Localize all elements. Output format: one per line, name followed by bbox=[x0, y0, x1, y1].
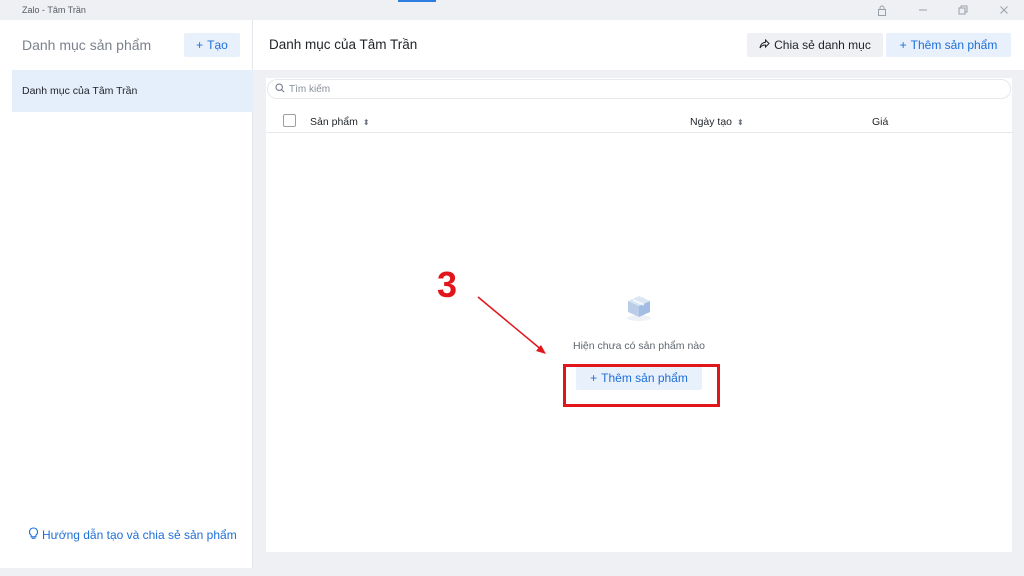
sidebar: Danh mục sản phẩm + Tạo Danh mục của Tâm… bbox=[0, 20, 253, 568]
lock-icon[interactable] bbox=[875, 3, 889, 17]
select-all-checkbox[interactable] bbox=[283, 114, 296, 127]
plus-icon: + bbox=[899, 38, 907, 52]
title-bar: Zalo - Tâm Trần bbox=[0, 0, 1024, 20]
table-header: Sản phẩm ⬍ Ngày tạo ⬍ Giá bbox=[266, 111, 1012, 133]
highlight-box-annotation bbox=[563, 364, 720, 407]
share-catalog-label: Chia sẻ danh mục bbox=[774, 38, 871, 52]
sort-icon: ⬍ bbox=[362, 117, 370, 127]
column-label: Giá bbox=[872, 116, 889, 128]
add-product-button[interactable]: + Thêm sản phẩm bbox=[886, 33, 1011, 57]
restore-icon[interactable] bbox=[956, 3, 970, 17]
create-catalog-button[interactable]: + Tạo bbox=[184, 33, 240, 57]
column-header-price: Giá bbox=[872, 116, 888, 128]
search-input[interactable] bbox=[289, 83, 969, 95]
page-title: Danh mục của Tâm Trần bbox=[269, 37, 418, 52]
sidebar-item-catalog[interactable]: Danh mục của Tâm Trần bbox=[12, 70, 253, 112]
minimize-icon[interactable] bbox=[916, 3, 930, 17]
column-label: Sản phẩm bbox=[310, 116, 358, 128]
plus-icon: + bbox=[196, 38, 204, 52]
search-box bbox=[267, 79, 1011, 99]
empty-state-message: Hiện chưa có sản phẩm nào bbox=[573, 340, 705, 352]
column-label: Ngày tạo bbox=[690, 116, 733, 128]
add-product-label: Thêm sản phẩm bbox=[910, 38, 998, 52]
lightbulb-icon bbox=[28, 527, 39, 543]
bottom-strip bbox=[0, 568, 1024, 576]
empty-box-icon bbox=[623, 292, 655, 327]
window-title: Zalo - Tâm Trần bbox=[22, 5, 86, 15]
title-accent-line bbox=[398, 0, 436, 2]
share-catalog-button[interactable]: Chia sẻ danh mục bbox=[747, 33, 883, 57]
column-header-created-date[interactable]: Ngày tạo ⬍ bbox=[690, 116, 744, 128]
column-header-product[interactable]: Sản phẩm ⬍ bbox=[310, 116, 370, 128]
sidebar-item-label: Danh mục của Tâm Trần bbox=[22, 85, 138, 97]
close-icon[interactable] bbox=[997, 3, 1011, 17]
sidebar-header: Danh mục sản phẩm + Tạo bbox=[0, 20, 253, 70]
share-icon bbox=[759, 38, 770, 52]
sort-icon: ⬍ bbox=[737, 117, 744, 127]
guide-link-label: Hướng dẫn tạo và chia sẻ sản phẩm bbox=[42, 528, 237, 542]
step-number-annotation: 3 bbox=[437, 264, 458, 305]
product-panel: Sản phẩm ⬍ Ngày tạo ⬍ Giá Hiện chưa có s… bbox=[266, 78, 1012, 552]
guide-link[interactable]: Hướng dẫn tạo và chia sẻ sản phẩm bbox=[28, 527, 237, 543]
sidebar-title: Danh mục sản phẩm bbox=[22, 37, 152, 53]
search-icon bbox=[275, 80, 285, 98]
create-catalog-label: Tạo bbox=[207, 38, 228, 52]
main-header: Danh mục của Tâm Trần Chia sẻ danh mục +… bbox=[253, 20, 1024, 70]
main-area: Danh mục của Tâm Trần Chia sẻ danh mục +… bbox=[253, 20, 1024, 568]
